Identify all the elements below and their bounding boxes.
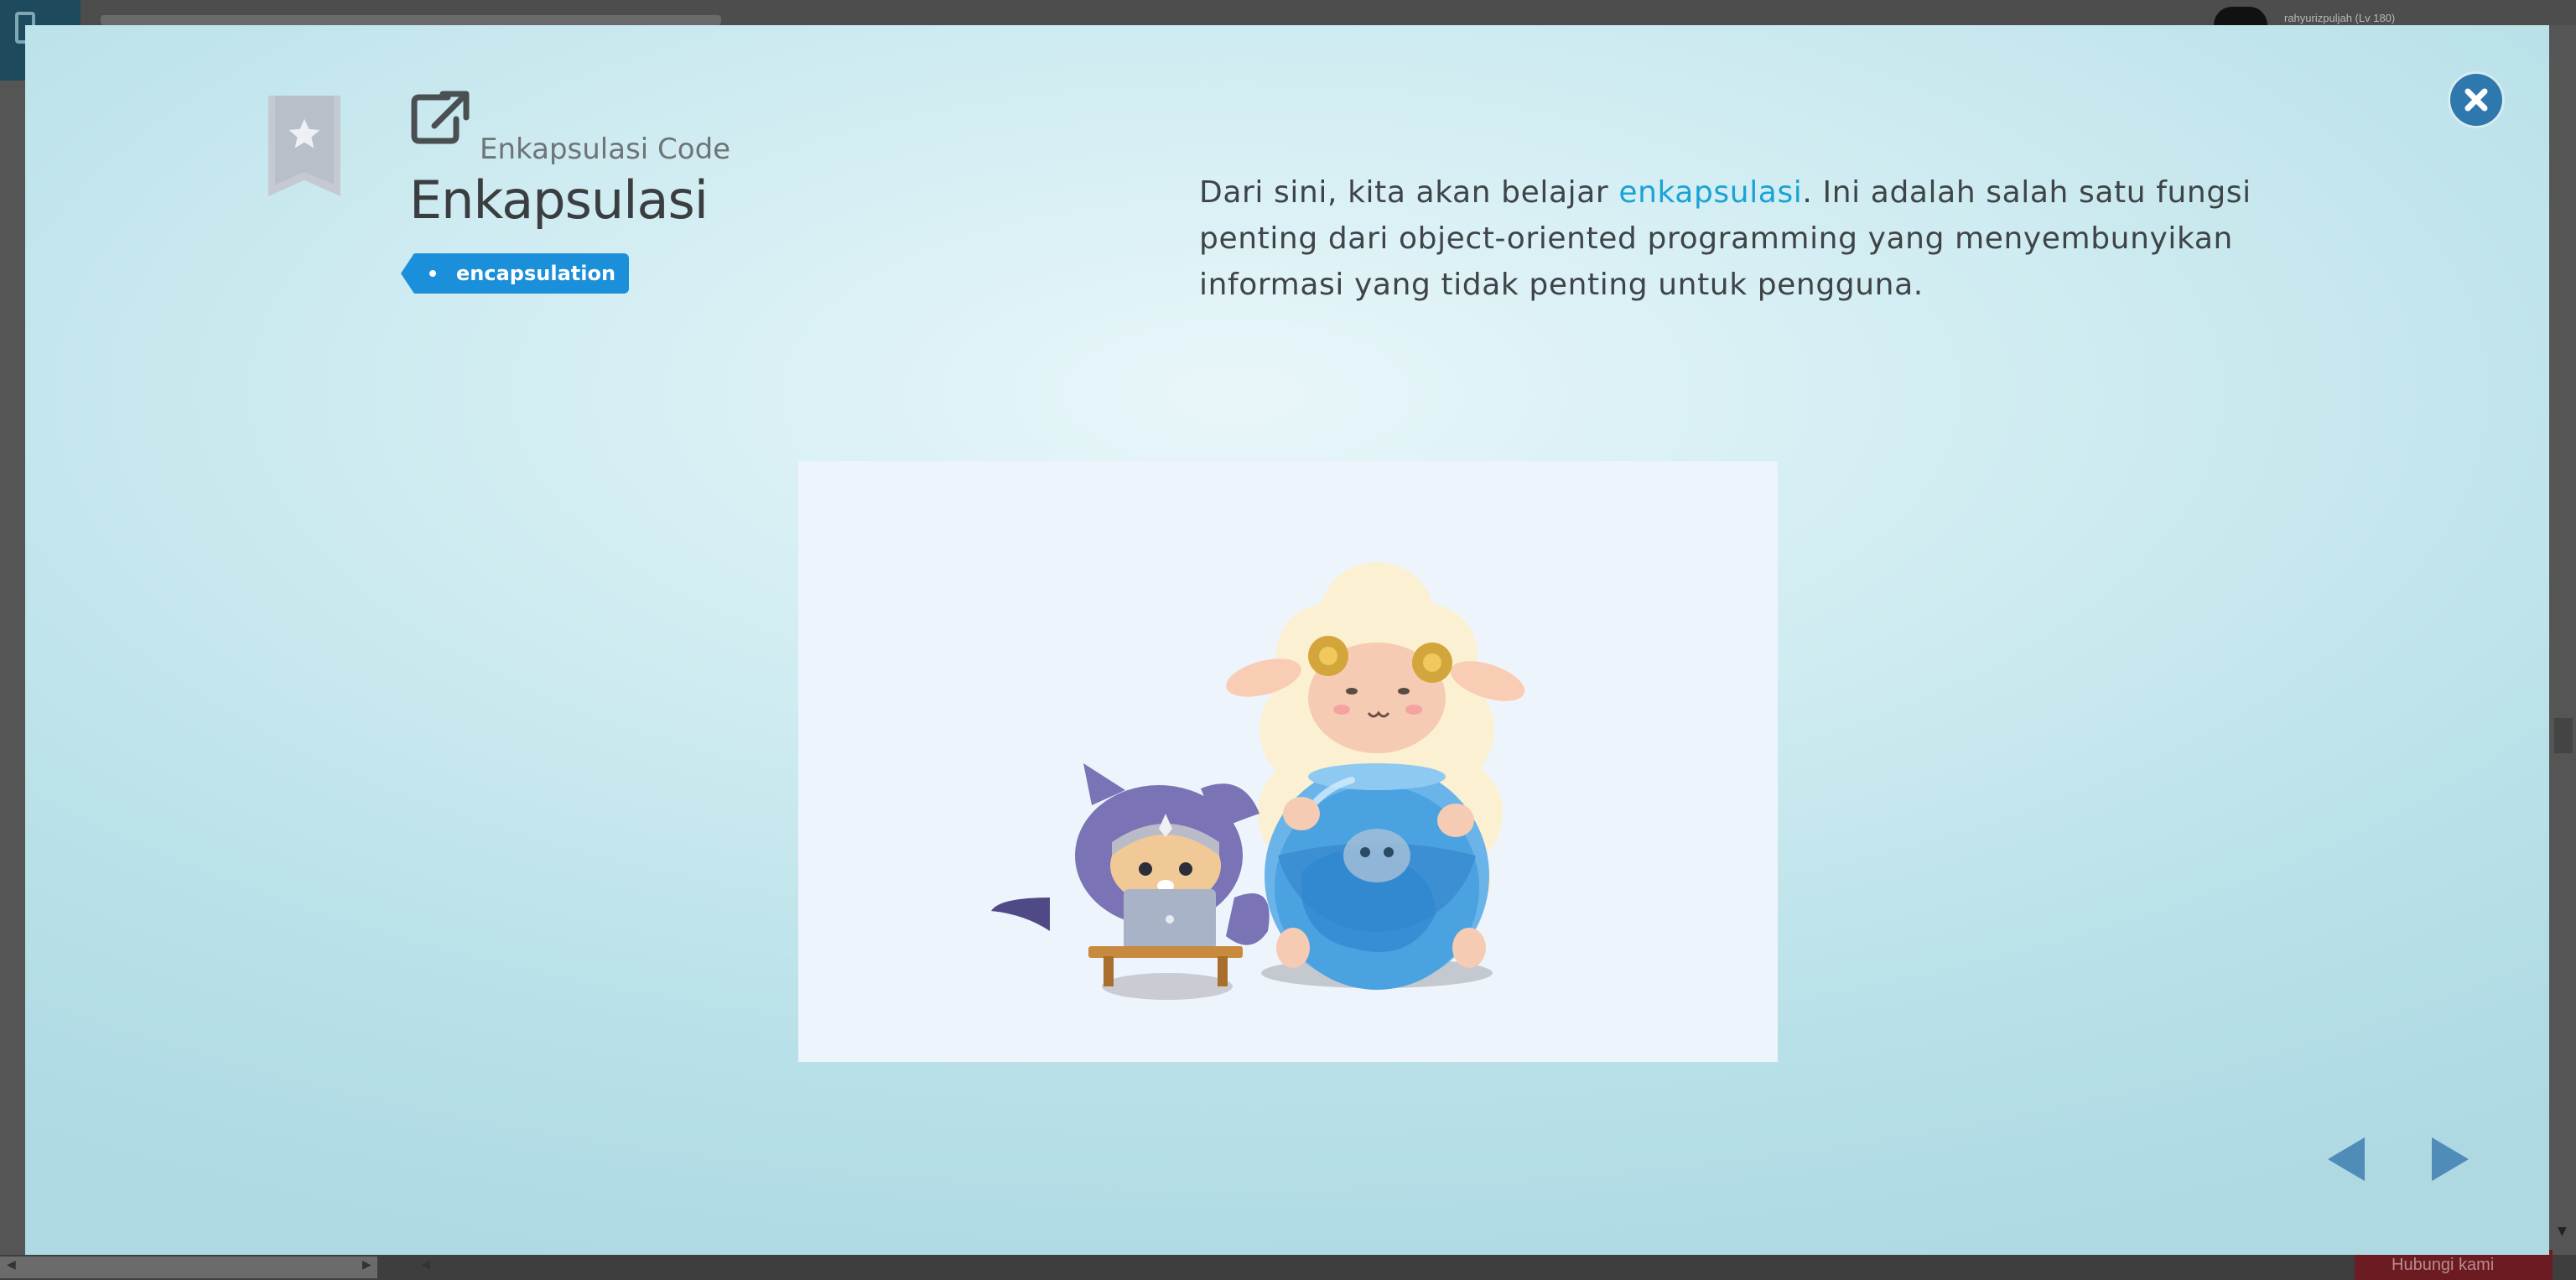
caret-left-icon: ◀ — [421, 1258, 430, 1272]
caret-down-icon: ▼ — [2558, 1225, 2567, 1238]
background-bottom-panel — [0, 1257, 377, 1278]
description-text: Dari sini, kita akan belajar — [1199, 175, 1619, 210]
lesson-illustration — [798, 461, 1778, 1062]
background-search-bar — [101, 15, 721, 25]
page-title: Enkapsulasi — [409, 169, 709, 231]
tag-dot-icon — [429, 270, 436, 277]
lesson-modal: Enkapsulasi Code Enkapsulasi encapsulati… — [25, 25, 2549, 1255]
bookmark-star-icon[interactable] — [268, 96, 340, 196]
background-bottombar — [0, 1255, 2576, 1280]
caret-left-icon: ◀ — [7, 1258, 16, 1272]
close-icon — [2464, 88, 2488, 112]
lesson-description: Dari sini, kita akan belajar enkapsulasi… — [1199, 169, 2256, 308]
tag-label: encapsulation — [456, 262, 616, 285]
topic-tag[interactable]: encapsulation — [401, 253, 629, 294]
close-button[interactable] — [2450, 74, 2502, 126]
background-scroll-tab — [2554, 718, 2573, 753]
arrow-left-icon[interactable] — [2328, 1137, 2365, 1181]
arrow-right-icon[interactable] — [2432, 1137, 2469, 1181]
external-link-icon[interactable] — [411, 91, 470, 144]
user-avatar — [2214, 7, 2267, 25]
lesson-subtitle[interactable]: Enkapsulasi Code — [480, 133, 730, 166]
background-username: rahyurizpuljah (Lv 180) — [2284, 12, 2396, 24]
keyword-link[interactable]: enkapsulasi — [1618, 175, 1802, 210]
caret-right-icon: ▶ — [362, 1258, 371, 1272]
